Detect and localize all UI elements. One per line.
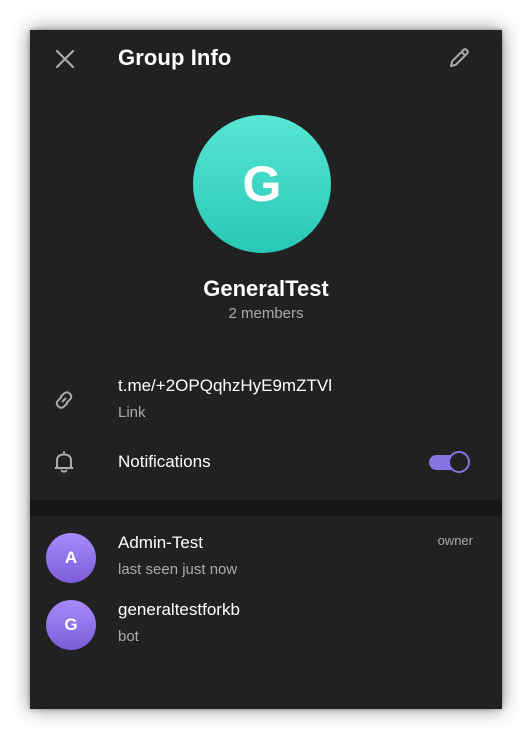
close-icon — [55, 49, 75, 69]
member-status: last seen just now — [118, 561, 238, 578]
member-row[interactable]: A Admin-Test last seen just now owner — [30, 528, 502, 588]
avatar-letter: A — [64, 548, 78, 567]
member-role-badge: owner — [437, 533, 473, 548]
avatar: G — [46, 600, 96, 650]
invite-link-row[interactable]: t.me/+2OPQqhzHyE9mZTVl Link — [30, 370, 502, 430]
link-icon — [49, 385, 79, 415]
avatar: A — [46, 533, 96, 583]
member-name: Admin-Test — [118, 533, 204, 552]
member-status: bot — [118, 628, 139, 645]
toggle-knob — [448, 451, 470, 473]
header: Group Info — [30, 30, 502, 88]
edit-button[interactable] — [441, 40, 477, 76]
avatar-letter: G — [64, 615, 78, 634]
notifications-row[interactable]: Notifications — [30, 442, 502, 482]
page-title: Group Info — [118, 45, 232, 70]
pencil-icon — [450, 48, 469, 67]
group-member-count: 2 members — [228, 305, 304, 322]
invite-link-caption: Link — [118, 404, 146, 421]
close-button[interactable] — [47, 41, 83, 77]
invite-link-value[interactable]: t.me/+2OPQqhzHyE9mZTVl — [118, 376, 332, 396]
group-avatar-letter: G — [242, 156, 282, 212]
group-avatar: G — [193, 115, 331, 253]
group-info-panel: Group Info G GeneralTest 2 members t.me/… — [30, 30, 502, 709]
member-row[interactable]: G generaltestforkb bot — [30, 595, 502, 655]
member-name: generaltestforkb — [118, 600, 240, 619]
group-name: GeneralTest — [203, 276, 329, 301]
notifications-label: Notifications — [118, 452, 211, 471]
notifications-toggle[interactable] — [429, 451, 471, 473]
bell-icon — [49, 447, 79, 477]
section-divider — [30, 500, 502, 516]
